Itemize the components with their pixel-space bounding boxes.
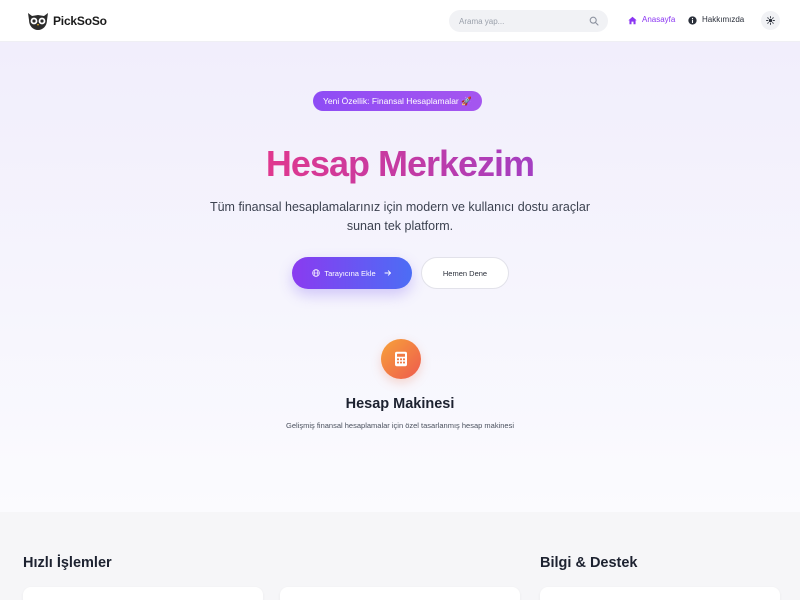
owl-logo-icon: [28, 13, 48, 30]
quick-action-card[interactable]: [280, 587, 520, 600]
hero-subtitle: Tüm finansal hesaplamalarınız için moder…: [209, 200, 591, 233]
header: PickSoSo Anasayfa Hakkımızda: [0, 0, 800, 42]
nav-about-label: Hakkımızda: [702, 15, 745, 24]
add-to-browser-button[interactable]: Tarayıcına Ekle: [292, 257, 412, 289]
try-now-button[interactable]: Hemen Dene: [421, 257, 509, 289]
add-to-browser-label: Tarayıcına Ekle: [324, 268, 376, 278]
info-icon: [688, 15, 697, 25]
home-icon: [628, 16, 637, 24]
logo[interactable]: PickSoSo: [26, 11, 107, 31]
logo-text: PickSoSo: [53, 14, 107, 28]
nav-home[interactable]: Anasayfa: [628, 14, 675, 26]
search-box: [449, 10, 608, 32]
nav-home-label: Anasayfa: [642, 15, 676, 24]
lower-section: Hızlı İşlemler Bilgi & Destek: [0, 512, 800, 600]
hero-section: Yeni Özellik: Finansal Hesaplamalar 🚀 He…: [0, 42, 800, 512]
info-support-title: Bilgi & Destek: [540, 555, 638, 571]
new-feature-badge[interactable]: Yeni Özellik: Finansal Hesaplamalar 🚀: [313, 91, 482, 111]
try-now-label: Hemen Dene: [442, 268, 488, 278]
feature-description: Gelişmiş finansal hesaplamalar için özel…: [285, 421, 515, 430]
search-icon[interactable]: [589, 16, 599, 26]
page-title: Hesap Merkezim: [0, 142, 800, 186]
quick-action-card[interactable]: [23, 587, 263, 600]
page-title-text: Hesap Merkezim: [265, 143, 535, 184]
sun-icon: [766, 16, 775, 25]
nav-about[interactable]: Hakkımızda: [688, 14, 744, 26]
calculator-icon-wrapper: [381, 339, 421, 379]
globe-icon: [312, 269, 321, 277]
feature-title: Hesap Makinesi: [345, 396, 455, 412]
quick-actions-title: Hızlı İşlemler: [23, 555, 112, 571]
info-support-card[interactable]: [540, 587, 780, 600]
theme-toggle-button[interactable]: [761, 11, 780, 30]
search-input[interactable]: [449, 16, 579, 26]
calculator-icon: [395, 351, 407, 367]
arrow-right-icon: [384, 270, 391, 276]
